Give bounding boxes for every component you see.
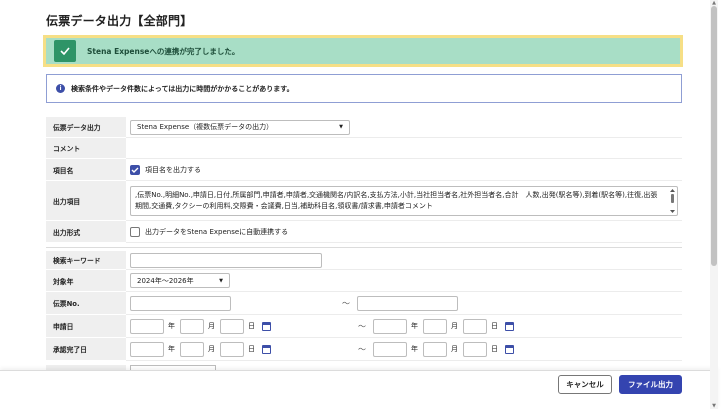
approval-to-day-input[interactable] (463, 341, 487, 357)
page: 伝票データ出力【全部門】 Stena Expenseへの連携が完了しました。 i… (0, 0, 718, 409)
chevron-down-icon: ▼ (219, 277, 223, 284)
scroll-down-icon[interactable]: ▼ (710, 403, 718, 409)
month-unit: 月 (208, 345, 215, 353)
textarea-scrollbar[interactable] (670, 188, 675, 213)
info-message: 検索条件やデータ件数によっては出力に時間がかかることがあります。 (71, 84, 294, 93)
year-unit: 年 (411, 322, 418, 330)
day-unit: 日 (248, 345, 255, 353)
row-comment: コメント (46, 138, 682, 159)
calendar-icon[interactable] (262, 344, 271, 354)
output-type-select[interactable]: Stena Expense（複数伝票データの出力） ▼ (130, 119, 350, 135)
output-format-label: 出力形式 (46, 221, 126, 243)
apply-date-label: 申請日 (46, 315, 126, 338)
item-name-label: 項目名 (46, 159, 126, 181)
comment-label: コメント (46, 138, 126, 159)
apply-from-day-input[interactable] (220, 318, 244, 334)
apply-date-separator: ～ (358, 321, 366, 331)
calendar-icon[interactable] (505, 344, 514, 354)
scrollbar-thumb[interactable] (711, 6, 717, 266)
approval-to-month-input[interactable] (423, 341, 447, 357)
success-alert: Stena Expenseへの連携が完了しました。 (43, 35, 683, 67)
target-year-label: 対象年 (46, 270, 126, 292)
apply-to-day-input[interactable] (463, 318, 487, 334)
item-name-checkbox-label[interactable]: 項目名を出力する (145, 165, 201, 175)
approval-from-year-input[interactable] (130, 341, 164, 357)
target-year-select[interactable]: 2024年～2026年 ▼ (130, 273, 230, 288)
approval-from-month-input[interactable] (180, 341, 204, 357)
row-slip-no: 伝票No. ～ (46, 292, 682, 315)
check-icon (54, 40, 76, 62)
calendar-icon[interactable] (262, 321, 271, 331)
approval-date-label: 承認完了日 (46, 338, 126, 361)
success-message: Stena Expenseへの連携が完了しました。 (87, 46, 240, 56)
section-divider (46, 247, 682, 248)
output-type-label: 伝票データ出力 (46, 117, 126, 138)
comment-value (126, 138, 682, 159)
slip-no-label: 伝票No. (46, 292, 126, 315)
month-unit: 月 (208, 322, 215, 330)
row-output-format: 出力形式 出力データをStena Expenseに自動連携する (46, 221, 682, 243)
apply-from-year-input[interactable] (130, 318, 164, 334)
year-unit: 年 (168, 322, 175, 330)
apply-from-month-input[interactable] (180, 318, 204, 334)
approval-to-year-input[interactable] (373, 341, 407, 357)
day-unit: 日 (491, 345, 498, 353)
page-title: 伝票データ出力【全部門】 (46, 14, 193, 28)
row-apply-date: 申請日 年 月 日 ～ 年 月 日 (46, 315, 682, 338)
slip-no-separator: ～ (342, 298, 350, 308)
apply-to-month-input[interactable] (423, 318, 447, 334)
calendar-icon[interactable] (505, 321, 514, 331)
target-year-value: 2024年～2026年 (137, 276, 194, 285)
info-alert: i 検索条件やデータ件数によっては出力に時間がかかることがあります。 (46, 74, 682, 103)
output-items-textarea[interactable]: ,伝票No.,明細No.,申請日,日付,所属部門,申請者,申請者,交通機関名/内… (130, 185, 678, 216)
month-unit: 月 (451, 345, 458, 353)
output-items-value: ,伝票No.,明細No.,申請日,日付,所属部門,申請者,申請者,交通機関名/内… (135, 190, 658, 210)
row-item-name: 項目名 項目名を出力する (46, 159, 682, 181)
output-type-value: Stena Expense（複数伝票データの出力） (137, 123, 274, 131)
keyword-label: 検索キーワード (46, 251, 126, 270)
export-file-button[interactable]: ファイル出力 (619, 375, 682, 394)
row-keyword: 検索キーワード (46, 251, 682, 270)
approval-date-separator: ～ (358, 344, 366, 354)
chevron-down-icon: ▼ (339, 124, 343, 130)
row-output-items: 出力項目 ,伝票No.,明細No.,申請日,日付,所属部門,申請者,申請者,交通… (46, 181, 682, 221)
row-approval-date: 承認完了日 年 月 日 ～ 年 月 日 (46, 338, 682, 361)
day-unit: 日 (248, 322, 255, 330)
slip-no-from-input[interactable] (130, 295, 231, 311)
approval-from-day-input[interactable] (220, 341, 244, 357)
month-unit: 月 (451, 322, 458, 330)
year-unit: 年 (411, 345, 418, 353)
output-items-label: 出力項目 (46, 181, 126, 221)
keyword-input[interactable] (130, 252, 322, 268)
day-unit: 日 (491, 322, 498, 330)
slip-no-to-input[interactable] (357, 295, 458, 311)
row-target-year: 対象年 2024年～2026年 ▼ (46, 270, 682, 292)
info-icon: i (56, 84, 65, 93)
row-output-type: 伝票データ出力 Stena Expense（複数伝票データの出力） ▼ (46, 117, 682, 138)
auto-link-checkbox[interactable] (130, 226, 140, 237)
year-unit: 年 (168, 345, 175, 353)
page-scrollbar[interactable]: ▲ ▼ (710, 0, 718, 409)
cancel-button[interactable]: キャンセル (558, 375, 612, 394)
item-name-checkbox[interactable] (130, 164, 140, 175)
apply-to-year-input[interactable] (373, 318, 407, 334)
auto-link-checkbox-label[interactable]: 出力データをStena Expenseに自動連携する (145, 227, 288, 237)
